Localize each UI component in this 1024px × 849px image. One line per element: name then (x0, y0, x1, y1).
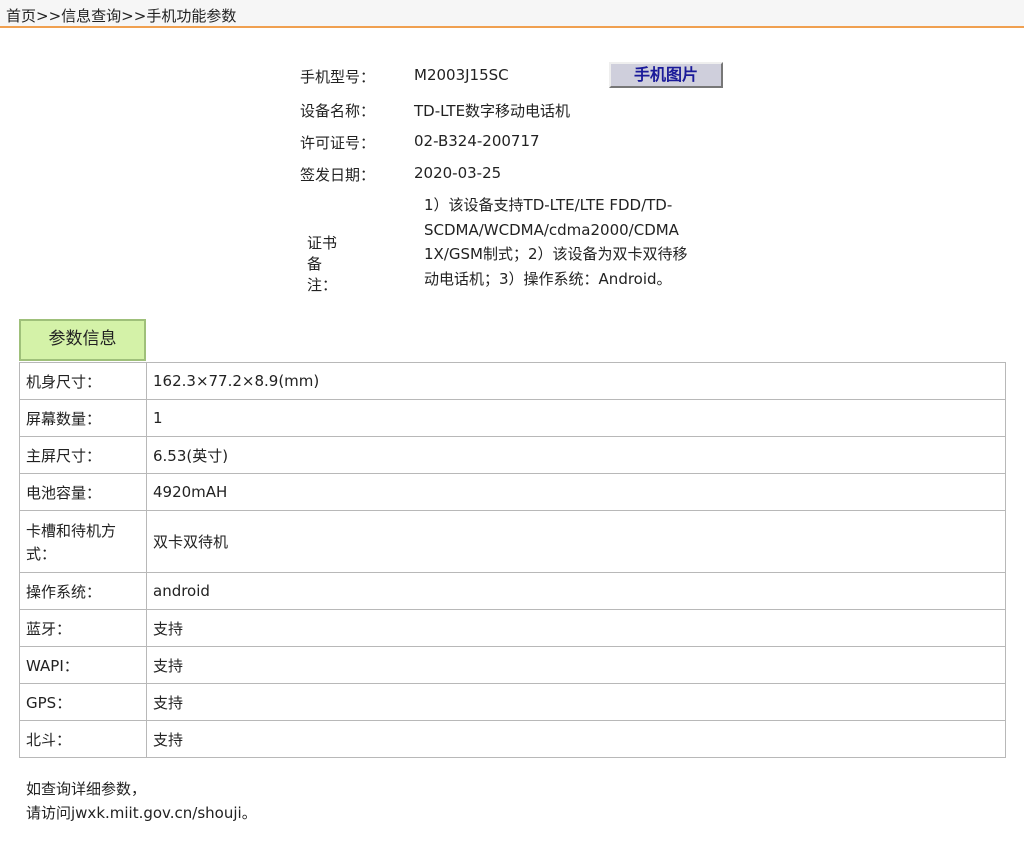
param-value: android (146, 572, 1006, 610)
param-value: 6.53(英寸) (146, 436, 1006, 474)
device-name-label: 设备名称： (300, 102, 376, 120)
table-row: 电池容量： 4920mAH (19, 473, 1006, 511)
remark-line: 1X/GSM制式；2）该设备为双卡双待移 (424, 245, 688, 263)
param-key: 卡槽和待机方 式： (19, 510, 147, 573)
table-row: 卡槽和待机方 式： 双卡双待机 (19, 510, 1006, 573)
remark-text: 1）该设备支持TD-LTE/LTE FDD/TD- SCDMA/WCDMA/cd… (424, 193, 724, 291)
param-value: 1 (146, 399, 1006, 437)
table-row: 机身尺寸： 162.3×77.2×8.9(mm) (19, 362, 1006, 400)
param-key: 机身尺寸： (19, 362, 147, 400)
table-row: 蓝牙： 支持 (19, 609, 1006, 647)
param-key-line: 卡槽和待机方 (26, 521, 117, 540)
footer-line: 请访问jwxk.miit.gov.cn/shouji。 (26, 804, 257, 822)
breadcrumb-separator: >> (36, 7, 62, 25)
breadcrumb: 首页>>信息查询>>手机功能参数 (0, 0, 1024, 28)
param-key: 电池容量： (19, 473, 147, 511)
param-key: WAPI： (19, 646, 147, 684)
param-value: 162.3×77.2×8.9(mm) (146, 362, 1006, 400)
param-key: 蓝牙： (19, 609, 147, 647)
remark-line: 动电话机；3）操作系统：Android。 (424, 269, 672, 288)
param-value: 4920mAH (146, 473, 1006, 511)
param-key: 屏幕数量： (19, 399, 147, 437)
breadcrumb-separator: >> (121, 7, 147, 25)
table-row: GPS： 支持 (19, 683, 1006, 721)
license-value: 02-B324-200717 (414, 132, 540, 150)
remark-label: 证书备注： (307, 234, 338, 294)
device-name-value: TD-LTE数字移动电话机 (414, 102, 571, 120)
license-label: 许可证号： (300, 134, 376, 152)
model-label: 手机型号： (300, 68, 376, 86)
tab-params-info[interactable]: 参数信息 (19, 319, 146, 361)
remark-line: 1）该设备支持TD-LTE/LTE FDD/TD- (424, 196, 673, 214)
table-row: WAPI： 支持 (19, 646, 1006, 684)
footer-note: 如查询详细参数， 请访问jwxk.miit.gov.cn/shouji。 (26, 777, 257, 825)
phone-photo-button[interactable]: 手机图片 (609, 62, 723, 88)
breadcrumb-current: 手机功能参数 (146, 7, 237, 25)
table-row: 主屏尺寸： 6.53(英寸) (19, 436, 1006, 474)
param-value: 支持 (146, 720, 1006, 758)
table-row: 操作系统： android (19, 572, 1006, 610)
params-table: 机身尺寸： 162.3×77.2×8.9(mm) 屏幕数量： 1 主屏尺寸： 6… (19, 362, 1006, 758)
param-key-line: 式： (26, 544, 57, 563)
param-value: 支持 (146, 609, 1006, 647)
breadcrumb-query-link[interactable]: 信息查询 (61, 7, 121, 25)
breadcrumb-home-link[interactable]: 首页 (6, 7, 36, 25)
param-value: 双卡双待机 (146, 510, 1006, 573)
table-row: 北斗： 支持 (19, 720, 1006, 758)
remark-line: SCDMA/WCDMA/cdma2000/CDMA (424, 220, 679, 239)
issue-date-label: 签发日期： (300, 166, 376, 184)
footer-line: 如查询详细参数， (26, 780, 147, 798)
model-value: M2003J15SC (414, 66, 509, 84)
issue-date-value: 2020-03-25 (414, 164, 502, 182)
param-key: 北斗： (19, 720, 147, 758)
param-key: GPS： (19, 683, 147, 721)
param-value: 支持 (146, 646, 1006, 684)
table-row: 屏幕数量： 1 (19, 399, 1006, 437)
param-key: 操作系统： (19, 572, 147, 610)
param-key: 主屏尺寸： (19, 436, 147, 474)
param-value: 支持 (146, 683, 1006, 721)
